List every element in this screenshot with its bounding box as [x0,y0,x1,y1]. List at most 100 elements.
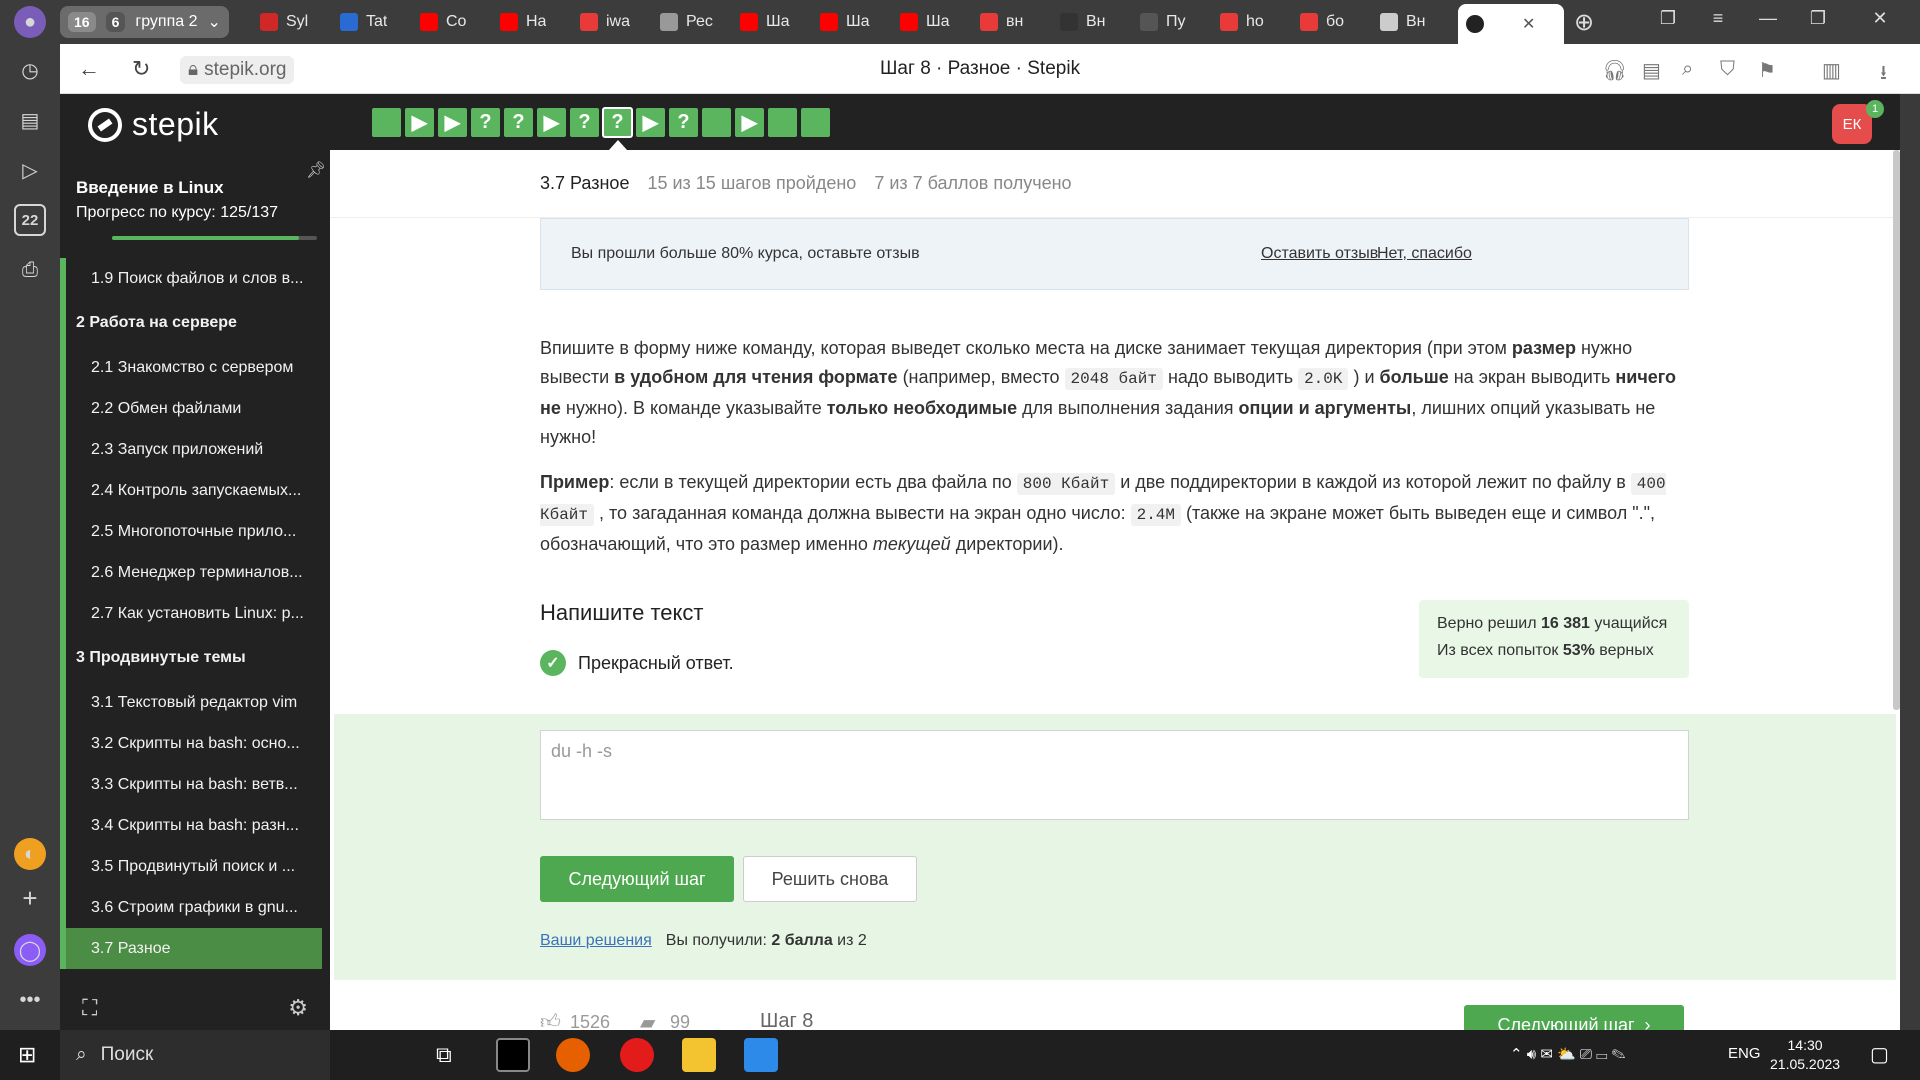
sidebar-lesson[interactable]: 2.5 Многопоточные прило... [60,511,322,552]
your-solutions-link[interactable]: Ваши решения [540,932,652,950]
sidebar-lesson[interactable]: 3.7 Разное [60,928,322,969]
browser-tab[interactable]: Вн [1052,6,1124,38]
weather-icon[interactable]: ◐ [14,838,46,870]
bookmark-icon[interactable]: ⚑ [1758,58,1776,83]
close-window-button[interactable]: ✕ [1860,8,1900,29]
browser-tab[interactable]: Ша [732,6,804,38]
step-square[interactable]: ▶ [438,108,467,137]
yandex-browser-app-icon[interactable] [620,1038,654,1072]
notifications-icon[interactable]: ▢ [1870,1042,1889,1067]
sidebar-lesson[interactable]: 2.4 Контроль запускаемых... [60,470,322,511]
browser-tab[interactable]: Syl [252,6,324,38]
sidebar-lesson[interactable]: 3.4 Скрипты на bash: разн... [60,805,322,846]
sidebar-lesson[interactable]: 3.5 Продвинутый поиск и ... [60,846,322,887]
step-square[interactable] [768,108,797,137]
comments-icon[interactable]: ▰ [640,1010,655,1030]
browser-tab[interactable]: На [492,6,564,38]
back-icon[interactable]: ← [78,56,100,82]
sidebar-lesson[interactable]: 2.7 Как установить Linux: р... [60,593,322,634]
step-square[interactable]: ? [504,108,533,137]
sidebar-lesson[interactable]: 3.1 Текстовый редактор vim [60,682,322,723]
reload-icon[interactable]: ↻ [132,56,150,82]
sidebar-lesson[interactable]: 3.2 Скрипты на bash: осно... [60,723,322,764]
like-icon[interactable]: 👍︎ [540,1010,561,1030]
step-square[interactable]: ▶ [636,108,665,137]
taskbar-search[interactable]: ⌕ Поиск [60,1030,330,1080]
step-square[interactable] [702,108,731,137]
download-icon[interactable]: ⭳ [1880,58,1887,92]
browser-tab[interactable]: вн [972,6,1044,38]
new-tab-button[interactable]: ⊕ [1564,8,1604,37]
more-icon[interactable]: ••• [14,984,46,1016]
next-step-button[interactable]: Следующий шаг [540,856,734,902]
browser-tab[interactable]: бо [1292,6,1364,38]
step-square[interactable]: ▶ [537,108,566,137]
terminal-app-icon[interactable] [496,1038,530,1072]
step-square[interactable] [801,108,830,137]
task-view-icon[interactable]: ⧉ [436,1042,452,1068]
sidebar-lesson[interactable]: 3.3 Скрипты на bash: ветв... [60,764,322,805]
collections-bar-icon[interactable]: ▥ [1822,58,1841,83]
page-scrollbar[interactable] [1893,150,1900,710]
sidebar-lesson[interactable]: 2.2 Обмен файлами [60,388,322,429]
browser-tab[interactable]: iwa [572,6,644,38]
gear-icon[interactable]: ⚙ [288,995,308,1021]
firefox-app-icon[interactable] [556,1038,590,1072]
close-tab-icon[interactable]: ✕ [1522,14,1535,34]
add-panel-icon[interactable]: + [14,882,46,914]
solve-again-button[interactable]: Решить снова [743,856,917,902]
fullscreen-icon[interactable]: ⛶ [82,995,97,1021]
stepik-logo[interactable]: stepik [88,106,219,143]
collections-icon[interactable]: ▤ [14,104,46,136]
browser-tab[interactable]: Ша [812,6,884,38]
sidebar-lesson[interactable]: 3.6 Строим графики в gnu... [60,887,322,928]
sidebar-lesson[interactable]: 2.6 Менеджер терминалов... [60,552,322,593]
step-square[interactable]: ? [471,108,500,137]
sidebar-lesson[interactable]: 2.1 Знакомство с сервером [60,347,322,388]
step-square[interactable]: ▶ [735,108,764,137]
reader-icon[interactable]: ▤ [1642,58,1661,83]
url-field[interactable]: 🔒︎ stepik.org [180,56,295,84]
headphones-icon[interactable]: 🎧︎ [1602,58,1627,83]
bottom-next-button[interactable]: Следующий шаг › [1464,1005,1684,1030]
sidebar-section[interactable]: 3 Продвинутые темы [60,634,322,682]
pin-icon[interactable]: 📌︎ [306,160,326,180]
menu-icon[interactable]: ≡ [1698,8,1738,29]
sidebar-lesson[interactable]: 1.9 Поиск файлов и слов в... [60,258,322,299]
browser-tab[interactable]: Co [412,6,484,38]
clock[interactable]: 14:30 21.05.2023 [1770,1036,1840,1074]
restore-button[interactable]: ❐ [1798,8,1838,29]
browser-tab[interactable]: Пу [1132,6,1204,38]
sidebar-section[interactable]: 2 Работа на сервере [60,299,322,347]
course-title[interactable]: Введение в Linux [76,178,224,198]
alice-icon[interactable]: ◯ [14,934,46,966]
app-icon[interactable] [744,1038,778,1072]
protect-icon[interactable]: ⛉ [1720,58,1735,81]
profile-icon[interactable]: ● [14,6,46,38]
step-square[interactable] [372,108,401,137]
windows-start-icon[interactable]: ⊞ [18,1042,36,1068]
step-square[interactable]: ▶ [405,108,434,137]
leave-review-link[interactable]: Оставить отзыв [1261,245,1378,263]
system-tray-icons[interactable]: ⌃ 🔊︎ ✉ ⛅ ⎚ ▭ ✎ [1510,1045,1625,1063]
step-square[interactable]: ? [669,108,698,137]
file-explorer-app-icon[interactable] [682,1038,716,1072]
calendar-icon[interactable]: 22 [14,204,46,236]
screenshot-icon[interactable]: ⎙ [14,254,46,286]
decline-review-link[interactable]: Нет, спасибо [1377,245,1472,263]
sidebar-lesson[interactable]: 2.3 Запуск приложений [60,429,322,470]
browser-tab[interactable]: ho [1212,6,1284,38]
browser-tab[interactable]: Рес [652,6,724,38]
history-icon[interactable]: ◷ [14,54,46,86]
video-icon[interactable]: ▷ [14,154,46,186]
input-language[interactable]: ENG [1728,1045,1761,1062]
tab-group[interactable]: 16 6 группа 2 ⌄ [60,6,229,38]
step-square[interactable]: ? [602,107,633,138]
browser-tab[interactable]: Вн [1372,6,1444,38]
tab-active-stepik[interactable]: ✕ [1458,4,1564,44]
browser-tab[interactable]: Tat [332,6,404,38]
browser-tab[interactable]: Ша [892,6,964,38]
minimize-button[interactable]: — [1748,8,1788,29]
step-square[interactable]: ? [570,108,599,137]
tabs-overview-icon[interactable]: ❐ [1648,8,1688,29]
